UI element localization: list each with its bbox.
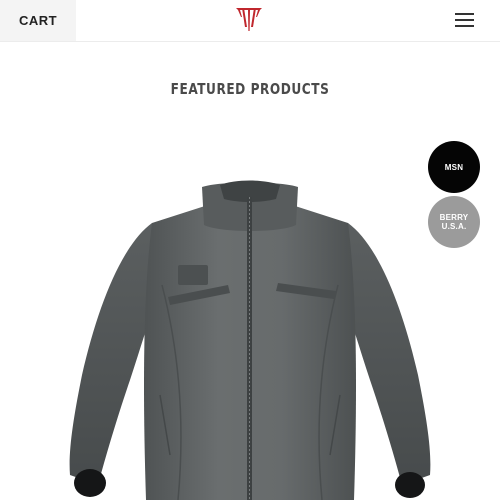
jacket-right-cuff — [395, 472, 425, 498]
featured-products-heading: FEATURED PRODUCTS — [170, 80, 330, 98]
site-header: CART — [0, 0, 500, 42]
cart-label: CART — [18, 13, 58, 28]
berry-badge-label: BERRY U.S.A. — [440, 213, 469, 231]
cart-button[interactable]: CART — [0, 0, 76, 41]
msn-badge-label: MSN — [444, 162, 464, 172]
product-image-jacket[interactable] — [60, 175, 440, 500]
jacket-velcro-patch — [178, 265, 208, 285]
hamburger-menu-icon[interactable] — [455, 12, 475, 28]
berry-badge-line1: BERRY — [439, 213, 469, 222]
berry-badge-line2: U.S.A. — [441, 222, 467, 231]
jacket-left-cuff — [74, 469, 106, 497]
brand-logo-icon[interactable] — [233, 5, 265, 33]
